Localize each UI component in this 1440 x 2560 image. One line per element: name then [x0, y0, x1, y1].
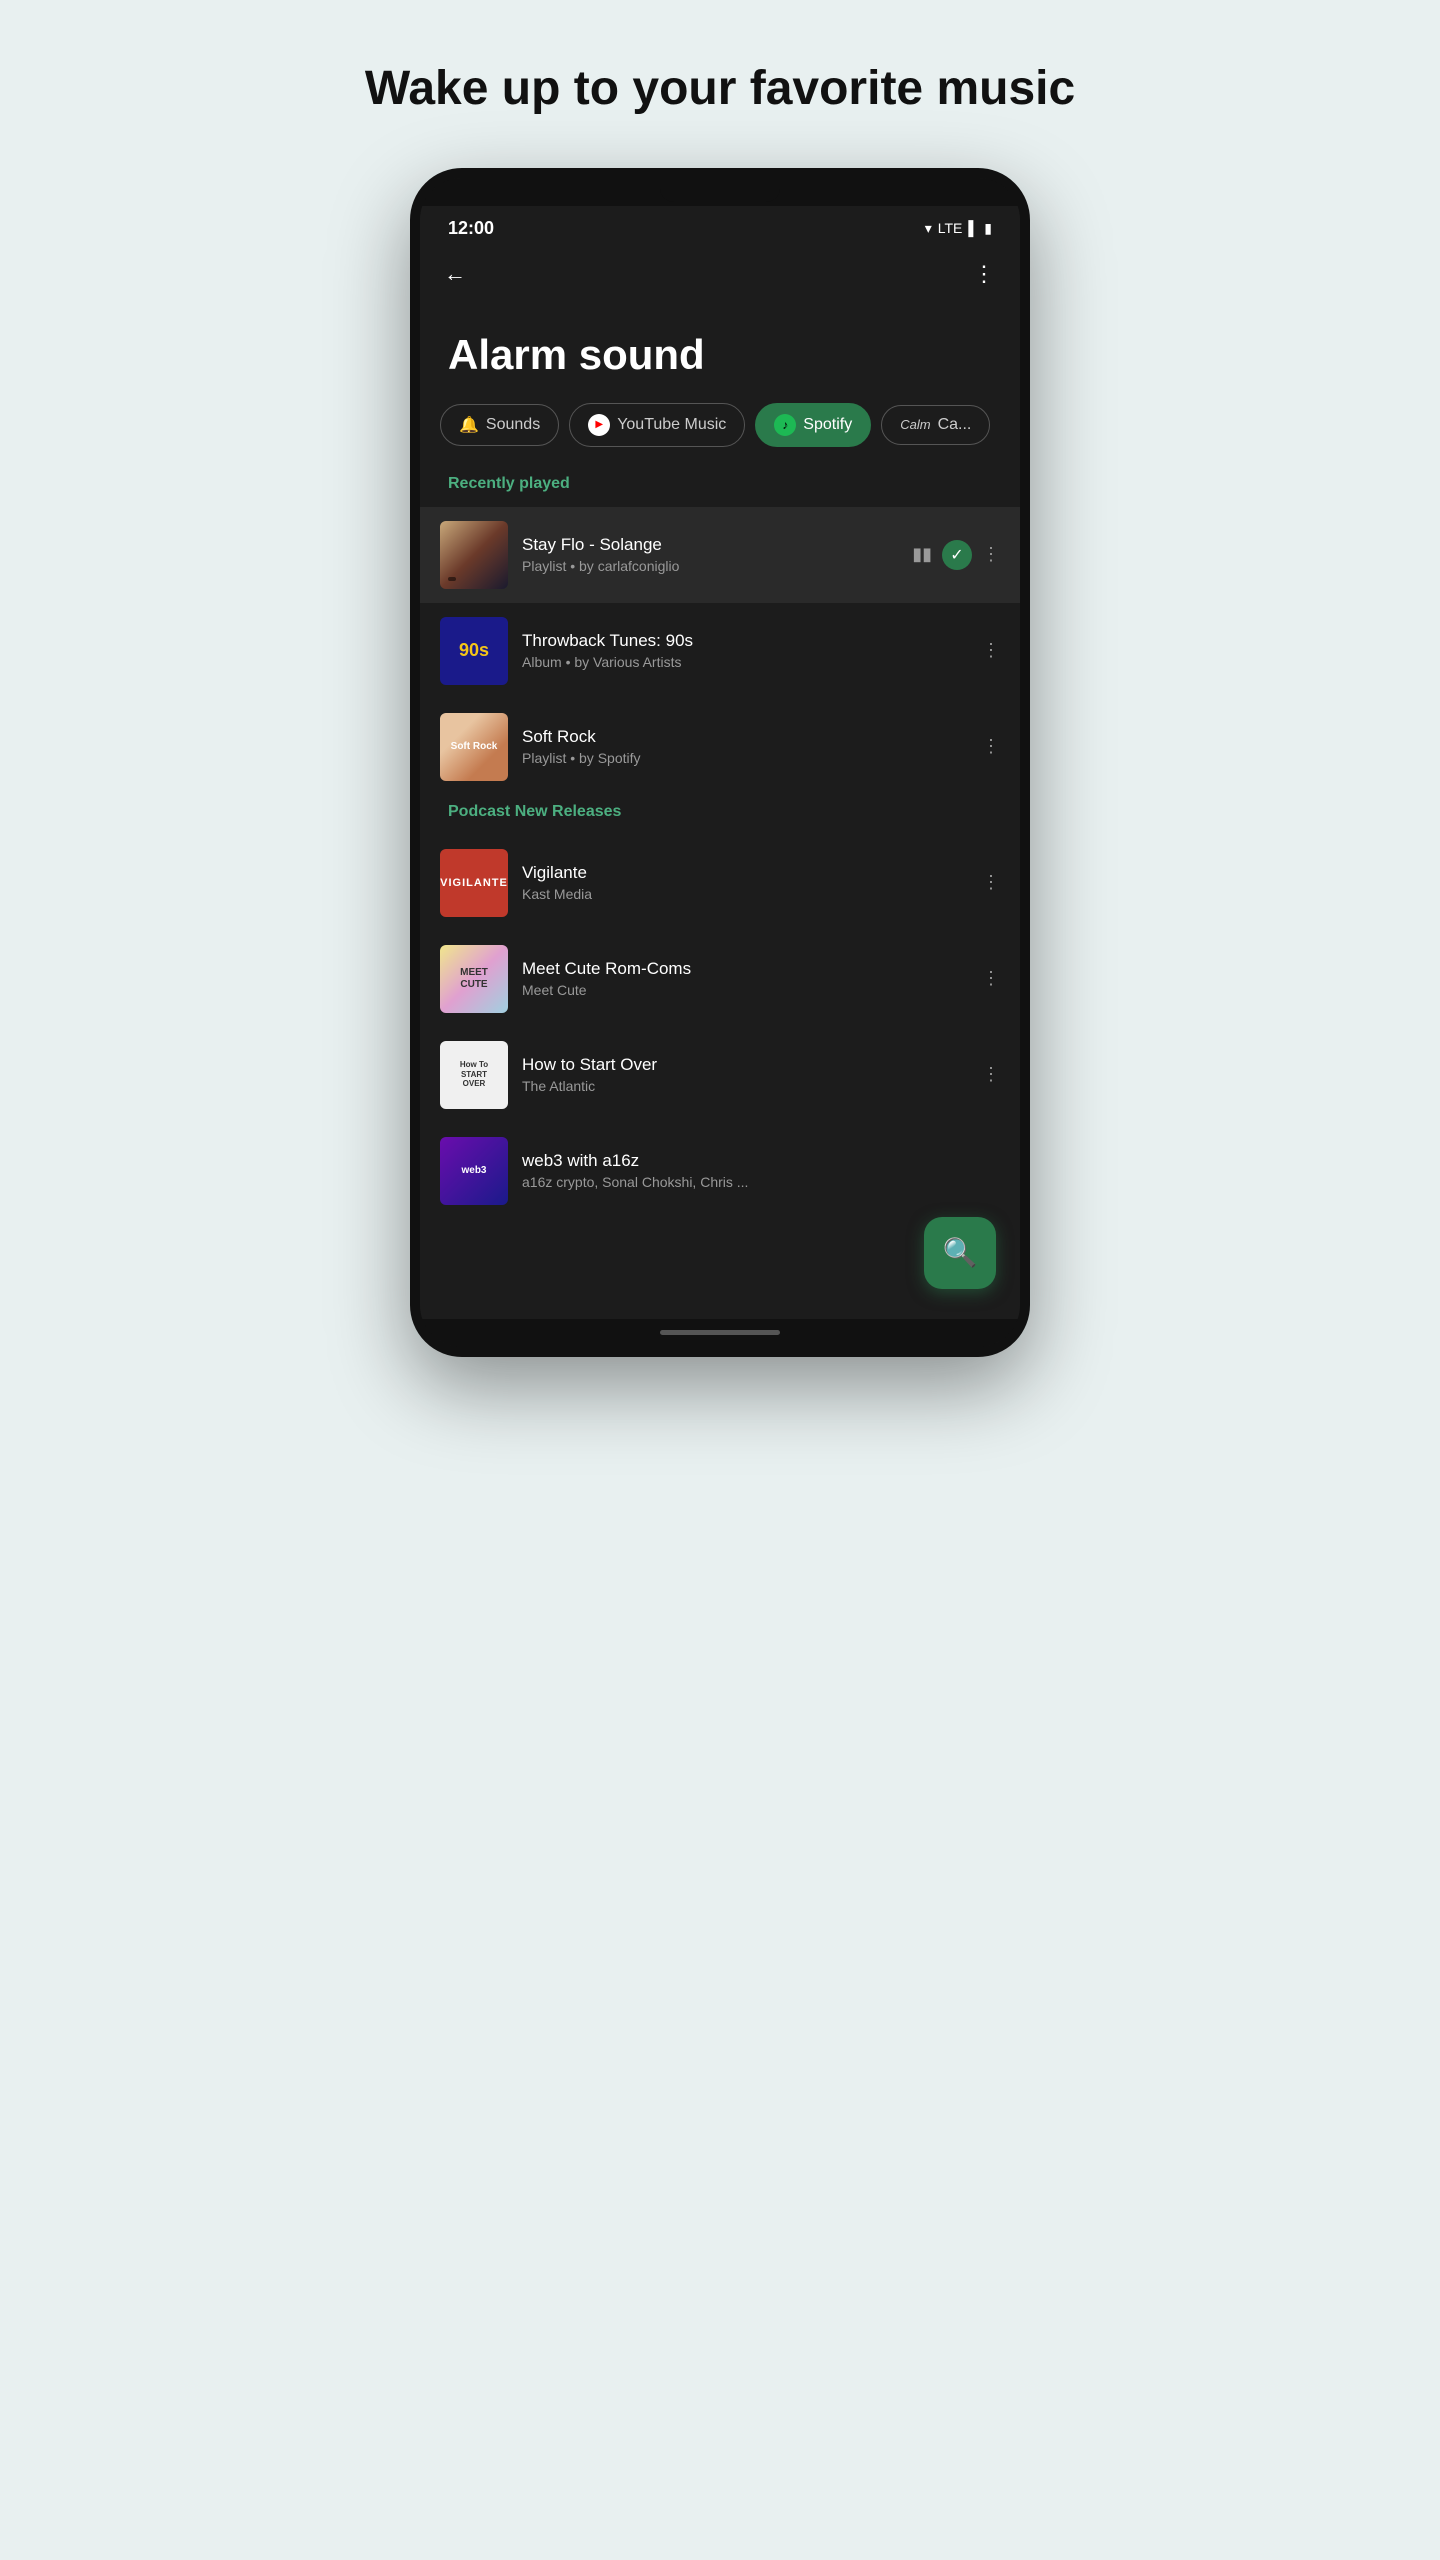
- phone-top-bar: [420, 178, 1020, 206]
- calm-icon: Calm: [900, 417, 930, 432]
- bell-icon: 🔔: [459, 415, 479, 435]
- item-actions-meet-cute: ⋮: [982, 968, 1000, 989]
- battery-icon: ▮: [984, 220, 992, 237]
- item-title-stay-flo: Stay Flo - Solange: [522, 535, 898, 555]
- phone-bottom: [420, 1319, 1020, 1347]
- item-actions-throwback: ⋮: [982, 640, 1000, 661]
- phone-notch: [660, 182, 780, 202]
- youtube-icon: ▶: [588, 414, 610, 436]
- tab-sounds-label: Sounds: [486, 416, 540, 434]
- album-art-soft-rock: Soft Rock: [440, 713, 508, 781]
- item-info-throwback: Throwback Tunes: 90s Album • by Various …: [522, 631, 968, 670]
- item-subtitle-vigilante: Kast Media: [522, 886, 968, 902]
- list-item-throwback[interactable]: 90s Throwback Tunes: 90s Album • by Vari…: [420, 603, 1020, 699]
- item-title-web3: web3 with a16z: [522, 1151, 986, 1171]
- network-label: LTE: [938, 220, 963, 236]
- podcast-heading: Podcast New Releases: [420, 795, 1020, 835]
- list-item-vigilante[interactable]: VIGILANTE Vigilante Kast Media ⋮: [420, 835, 1020, 931]
- side-button: [1024, 378, 1030, 458]
- item-subtitle-soft-rock: Playlist • by Spotify: [522, 750, 968, 766]
- phone-frame: 12:00 ▾ LTE ▌ ▮ ← ⋮ Alarm sound 🔔 Sounds…: [410, 168, 1030, 1357]
- status-icons: ▾ LTE ▌ ▮: [925, 220, 992, 237]
- item-info-vigilante: Vigilante Kast Media: [522, 863, 968, 902]
- tab-spotify-label: Spotify: [803, 416, 852, 434]
- item-subtitle-throwback: Album • by Various Artists: [522, 654, 968, 670]
- more-icon-meet-cute[interactable]: ⋮: [982, 968, 1000, 989]
- album-art-start-over: How ToSTARTOVER: [440, 1041, 508, 1109]
- album-art-vigilante: VIGILANTE: [440, 849, 508, 917]
- item-title-vigilante: Vigilante: [522, 863, 968, 883]
- bars-icon[interactable]: ▮▮: [912, 544, 932, 565]
- item-subtitle-start-over: The Atlantic: [522, 1078, 968, 1094]
- more-icon-vigilante[interactable]: ⋮: [982, 872, 1000, 893]
- item-subtitle-meet-cute: Meet Cute: [522, 982, 968, 998]
- tab-spotify[interactable]: ♪ Spotify: [755, 403, 871, 447]
- more-icon-soft-rock[interactable]: ⋮: [982, 736, 1000, 757]
- tab-calm-label: Ca...: [938, 416, 972, 434]
- home-indicator: [660, 1330, 780, 1335]
- tab-youtube-label: YouTube Music: [617, 416, 726, 434]
- page-headline: Wake up to your favorite music: [365, 60, 1075, 118]
- item-title-soft-rock: Soft Rock: [522, 727, 968, 747]
- more-button[interactable]: ⋮: [973, 261, 996, 287]
- status-time: 12:00: [448, 218, 494, 239]
- screen-title: Alarm sound: [420, 301, 1020, 403]
- recently-played-heading: Recently played: [420, 467, 1020, 507]
- item-title-start-over: How to Start Over: [522, 1055, 968, 1075]
- app-bar: ← ⋮: [420, 247, 1020, 301]
- item-subtitle-web3: a16z crypto, Sonal Chokshi, Chris ...: [522, 1174, 986, 1190]
- list-item-start-over[interactable]: How ToSTARTOVER How to Start Over The At…: [420, 1027, 1020, 1123]
- item-info-start-over: How to Start Over The Atlantic: [522, 1055, 968, 1094]
- search-fab[interactable]: 🔍: [924, 1217, 996, 1289]
- check-icon: ✓: [942, 540, 972, 570]
- item-info-web3: web3 with a16z a16z crypto, Sonal Choksh…: [522, 1151, 986, 1190]
- list-item-web3[interactable]: web3 web3 with a16z a16z crypto, Sonal C…: [420, 1123, 1020, 1219]
- tab-bar: 🔔 Sounds ▶ YouTube Music ♪ Spotify Calm …: [420, 403, 1020, 467]
- list-item-soft-rock[interactable]: Soft Rock Soft Rock Playlist • by Spotif…: [420, 699, 1020, 795]
- list-item-stay-flo[interactable]: Stay Flo - Solange Playlist • by carlafc…: [420, 507, 1020, 603]
- spotify-icon: ♪: [774, 414, 796, 436]
- item-title-meet-cute: Meet Cute Rom-Coms: [522, 959, 968, 979]
- search-fab-icon: 🔍: [943, 1236, 978, 1269]
- more-icon-stay-flo[interactable]: ⋮: [982, 544, 1000, 565]
- tab-calm[interactable]: Calm Ca...: [881, 405, 990, 445]
- item-title-throwback: Throwback Tunes: 90s: [522, 631, 968, 651]
- item-actions-vigilante: ⋮: [982, 872, 1000, 893]
- signal-icon: ▌: [968, 220, 978, 236]
- item-subtitle-stay-flo: Playlist • by carlafconiglio: [522, 558, 898, 574]
- status-bar: 12:00 ▾ LTE ▌ ▮: [420, 206, 1020, 247]
- phone-screen: 12:00 ▾ LTE ▌ ▮ ← ⋮ Alarm sound 🔔 Sounds…: [420, 206, 1020, 1319]
- tab-youtube[interactable]: ▶ YouTube Music: [569, 403, 745, 447]
- album-art-meet-cute: MEETCUTE: [440, 945, 508, 1013]
- album-art-web3: web3: [440, 1137, 508, 1205]
- wifi-icon: ▾: [925, 220, 932, 237]
- item-actions-soft-rock: ⋮: [982, 736, 1000, 757]
- back-button[interactable]: ←: [444, 261, 466, 287]
- item-actions-stay-flo: ▮▮ ✓ ⋮: [912, 540, 1000, 570]
- more-icon-start-over[interactable]: ⋮: [982, 1064, 1000, 1085]
- item-info-meet-cute: Meet Cute Rom-Coms Meet Cute: [522, 959, 968, 998]
- item-info-stay-flo: Stay Flo - Solange Playlist • by carlafc…: [522, 535, 898, 574]
- album-art-throwback: 90s: [440, 617, 508, 685]
- item-info-soft-rock: Soft Rock Playlist • by Spotify: [522, 727, 968, 766]
- list-item-meet-cute[interactable]: MEETCUTE Meet Cute Rom-Coms Meet Cute ⋮: [420, 931, 1020, 1027]
- more-icon-throwback[interactable]: ⋮: [982, 640, 1000, 661]
- item-actions-start-over: ⋮: [982, 1064, 1000, 1085]
- tab-sounds[interactable]: 🔔 Sounds: [440, 404, 559, 446]
- album-art-stay-flo: [440, 521, 508, 589]
